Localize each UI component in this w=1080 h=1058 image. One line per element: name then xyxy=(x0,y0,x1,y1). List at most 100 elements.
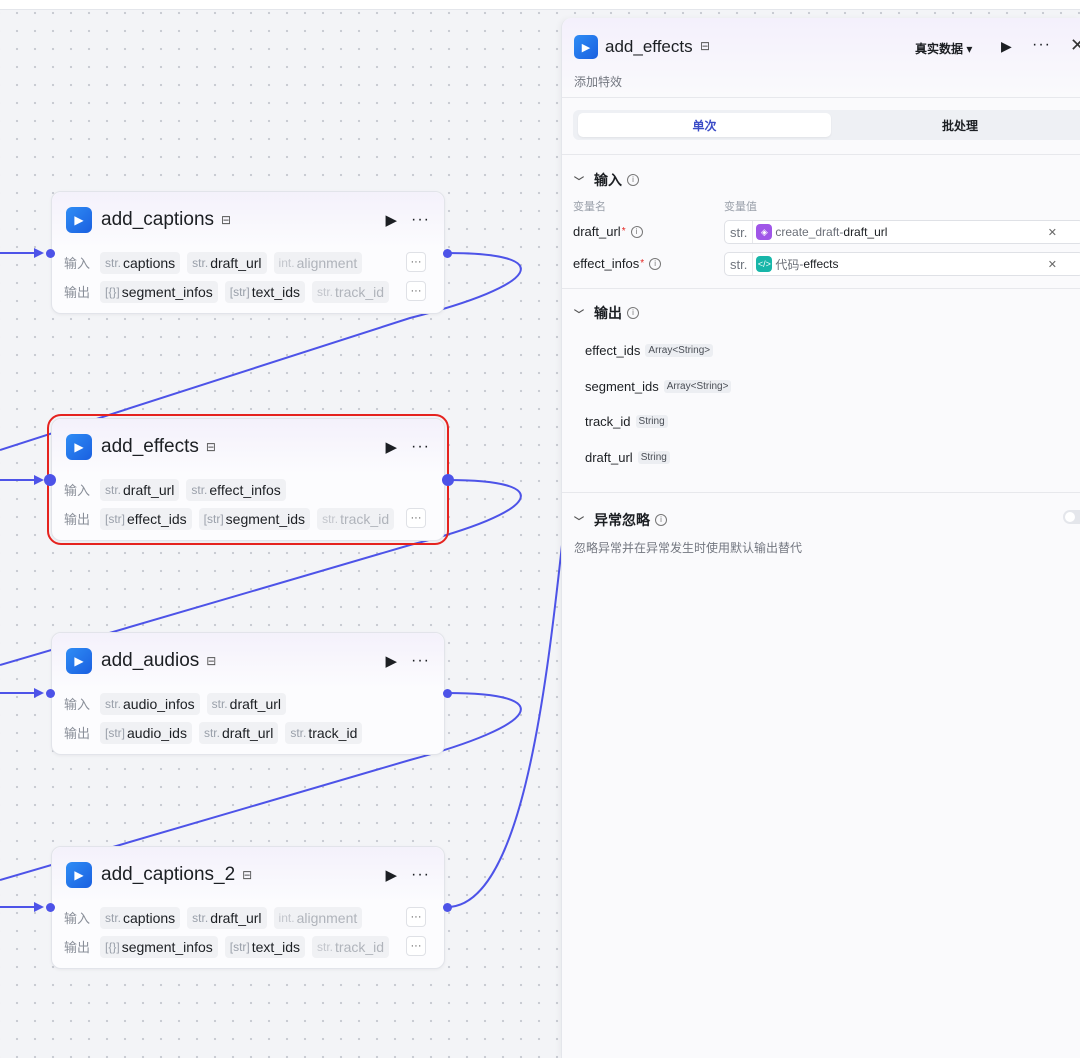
node-input-port[interactable] xyxy=(44,474,56,486)
input-section-header[interactable]: ﹀ 输入 i xyxy=(574,170,639,190)
run-icon[interactable]: ▶ xyxy=(385,211,397,229)
node-output-row: 输出 [str] effect_ids [str] segment_ids str.… xyxy=(52,504,444,533)
node-output-row: 输出 [str] audio_ids str. draft_url str. trac… xyxy=(52,718,444,747)
info-icon[interactable]: i xyxy=(627,307,639,319)
run-icon[interactable]: ▶ xyxy=(385,866,397,884)
plugin-logo-icon: ▶ xyxy=(66,207,92,233)
code-icon: </> xyxy=(756,256,773,272)
output-item: segment_ids Array<String> xyxy=(585,379,732,394)
input-param: int. alignment xyxy=(273,906,363,929)
column-header-value: 变量值 xyxy=(724,201,757,213)
expand-more-button[interactable]: ··· xyxy=(406,281,426,301)
output-param: [str] segment_ids xyxy=(198,507,311,530)
input-param: str. effect_infos xyxy=(186,478,286,501)
output-param: str. track_id xyxy=(317,507,395,530)
clear-icon[interactable]: ✕ xyxy=(1048,258,1057,271)
node-add-captions[interactable]: ▶ add_captions ⊟ ▶ ··· 输入 str. captions s… xyxy=(51,191,445,314)
chevron-down-icon: ﹀ xyxy=(574,309,584,321)
plugin-logo-icon: ▶ xyxy=(66,434,92,460)
var-name-effect-infos: effect_infos * i xyxy=(573,256,662,271)
info-icon[interactable]: i xyxy=(655,514,667,526)
more-icon[interactable]: ··· xyxy=(411,652,430,670)
output-item: track_id String xyxy=(585,414,668,429)
library-icon: ⊟ xyxy=(205,440,216,454)
ignore-exception-toggle[interactable] xyxy=(1063,510,1080,524)
node-add-effects[interactable]: ▶ add_effects ⊟ ▶ ··· 输入 str. draft_url s… xyxy=(47,414,449,545)
library-icon: ⊟ xyxy=(242,868,253,882)
var-value-field[interactable]: str. </> 代码 - effects ✕ ⊙ xyxy=(724,252,1080,276)
data-mode-select[interactable]: 真实数据 ▾ xyxy=(915,40,972,57)
close-icon[interactable]: ✕ xyxy=(1070,35,1080,56)
info-icon[interactable]: i xyxy=(649,257,662,270)
input-param: str. audio_infos xyxy=(100,692,200,715)
more-icon[interactable]: ··· xyxy=(411,866,430,884)
var-value-field[interactable]: str. ◈ create_draft - draft_url ✕ ⊙ xyxy=(724,220,1080,244)
var-name-draft-url: draft_url * i xyxy=(573,224,643,239)
node-output-port[interactable] xyxy=(443,689,452,698)
output-param: [str] effect_ids xyxy=(100,507,192,530)
more-icon[interactable]: ··· xyxy=(411,438,430,456)
node-input-row: 输入 str. audio_infos str. draft_url xyxy=(52,689,444,718)
node-title: add_effects xyxy=(101,436,199,457)
node-title: add_audios xyxy=(101,650,200,671)
node-input-row: 输入 str. draft_url str. effect_infos xyxy=(52,475,444,504)
expand-more-button[interactable]: ··· xyxy=(406,252,426,272)
run-icon[interactable]: ▶ xyxy=(385,652,397,670)
node-add-audios[interactable]: ▶ add_audios ⊟ ▶ ··· 输入 str. audio_infos … xyxy=(51,632,445,755)
clear-icon[interactable]: ✕ xyxy=(1048,226,1057,239)
cube-icon: ◈ xyxy=(756,224,773,240)
node-input-row: 输入 str. captions str. draft_url int. alignm… xyxy=(52,903,444,932)
run-icon[interactable]: ▶ xyxy=(385,438,397,456)
more-icon[interactable]: ··· xyxy=(1032,36,1051,54)
node-add-captions-2[interactable]: ▶ add_captions_2 ⊟ ▶ ··· 输入 str. captions… xyxy=(51,846,445,969)
top-bar xyxy=(0,0,1080,10)
node-input-port[interactable] xyxy=(46,903,55,912)
node-output-port[interactable] xyxy=(443,903,452,912)
output-param: str. track_id xyxy=(312,935,390,958)
output-item: effect_ids Array<String> xyxy=(585,343,714,358)
node-output-row: 输出 [{}] segment_infos [str] text_ids str. t… xyxy=(52,932,444,961)
panel-header: ▶ add_effects ⊟ 真实数据 ▾ ▶ ··· ✕ 添加特效 xyxy=(562,18,1080,98)
output-param: [{}] segment_infos xyxy=(100,935,218,958)
plugin-logo-icon: ▶ xyxy=(66,862,92,888)
exception-description: 忽略异常并在异常发生时使用默认输出替代 xyxy=(574,541,803,555)
output-param: [str] audio_ids xyxy=(100,721,192,744)
input-param: int. alignment xyxy=(273,251,363,274)
panel-description: 添加特效 xyxy=(574,75,623,89)
output-param: [str] text_ids xyxy=(224,935,305,958)
tab-single[interactable]: 单次 xyxy=(578,113,831,137)
run-icon[interactable]: ▶ xyxy=(1001,38,1012,55)
exception-section-header[interactable]: ﹀ 异常忽略 i xyxy=(574,510,667,530)
node-title: add_captions xyxy=(101,209,215,230)
divider xyxy=(562,492,1080,493)
node-input-port[interactable] xyxy=(46,689,55,698)
info-icon[interactable]: i xyxy=(627,174,639,186)
plugin-logo-icon: ▶ xyxy=(574,35,598,59)
library-icon: ⊟ xyxy=(221,213,232,227)
output-param: [str] text_ids xyxy=(224,280,305,303)
input-param: str. draft_url xyxy=(206,692,287,715)
expand-more-button[interactable]: ··· xyxy=(406,508,426,528)
node-output-row: 输出 [{}] segment_infos [str] text_ids str. t… xyxy=(52,277,444,306)
node-title: add_captions_2 xyxy=(101,864,236,885)
plugin-logo-icon: ▶ xyxy=(66,648,92,674)
info-icon[interactable]: i xyxy=(630,225,643,238)
output-param: str. draft_url xyxy=(198,721,279,744)
input-param: str. captions xyxy=(100,906,181,929)
run-mode-tabs: 单次 批处理 xyxy=(573,110,1080,140)
chevron-down-icon: ﹀ xyxy=(574,176,584,188)
input-param: str. captions xyxy=(100,251,181,274)
tab-batch[interactable]: 批处理 xyxy=(831,113,1080,137)
input-param: str. draft_url xyxy=(187,251,267,274)
output-param: str. track_id xyxy=(285,721,363,744)
library-icon: ⊟ xyxy=(700,39,711,53)
output-section-header[interactable]: ﹀ 输出 i xyxy=(574,303,639,323)
node-output-port[interactable] xyxy=(442,474,454,486)
output-item: draft_url String xyxy=(585,450,670,465)
divider xyxy=(562,288,1080,289)
node-output-port[interactable] xyxy=(443,249,452,258)
more-icon[interactable]: ··· xyxy=(411,211,430,229)
expand-more-button[interactable]: ··· xyxy=(406,907,426,927)
expand-more-button[interactable]: ··· xyxy=(406,936,426,956)
node-input-port[interactable] xyxy=(46,249,55,258)
